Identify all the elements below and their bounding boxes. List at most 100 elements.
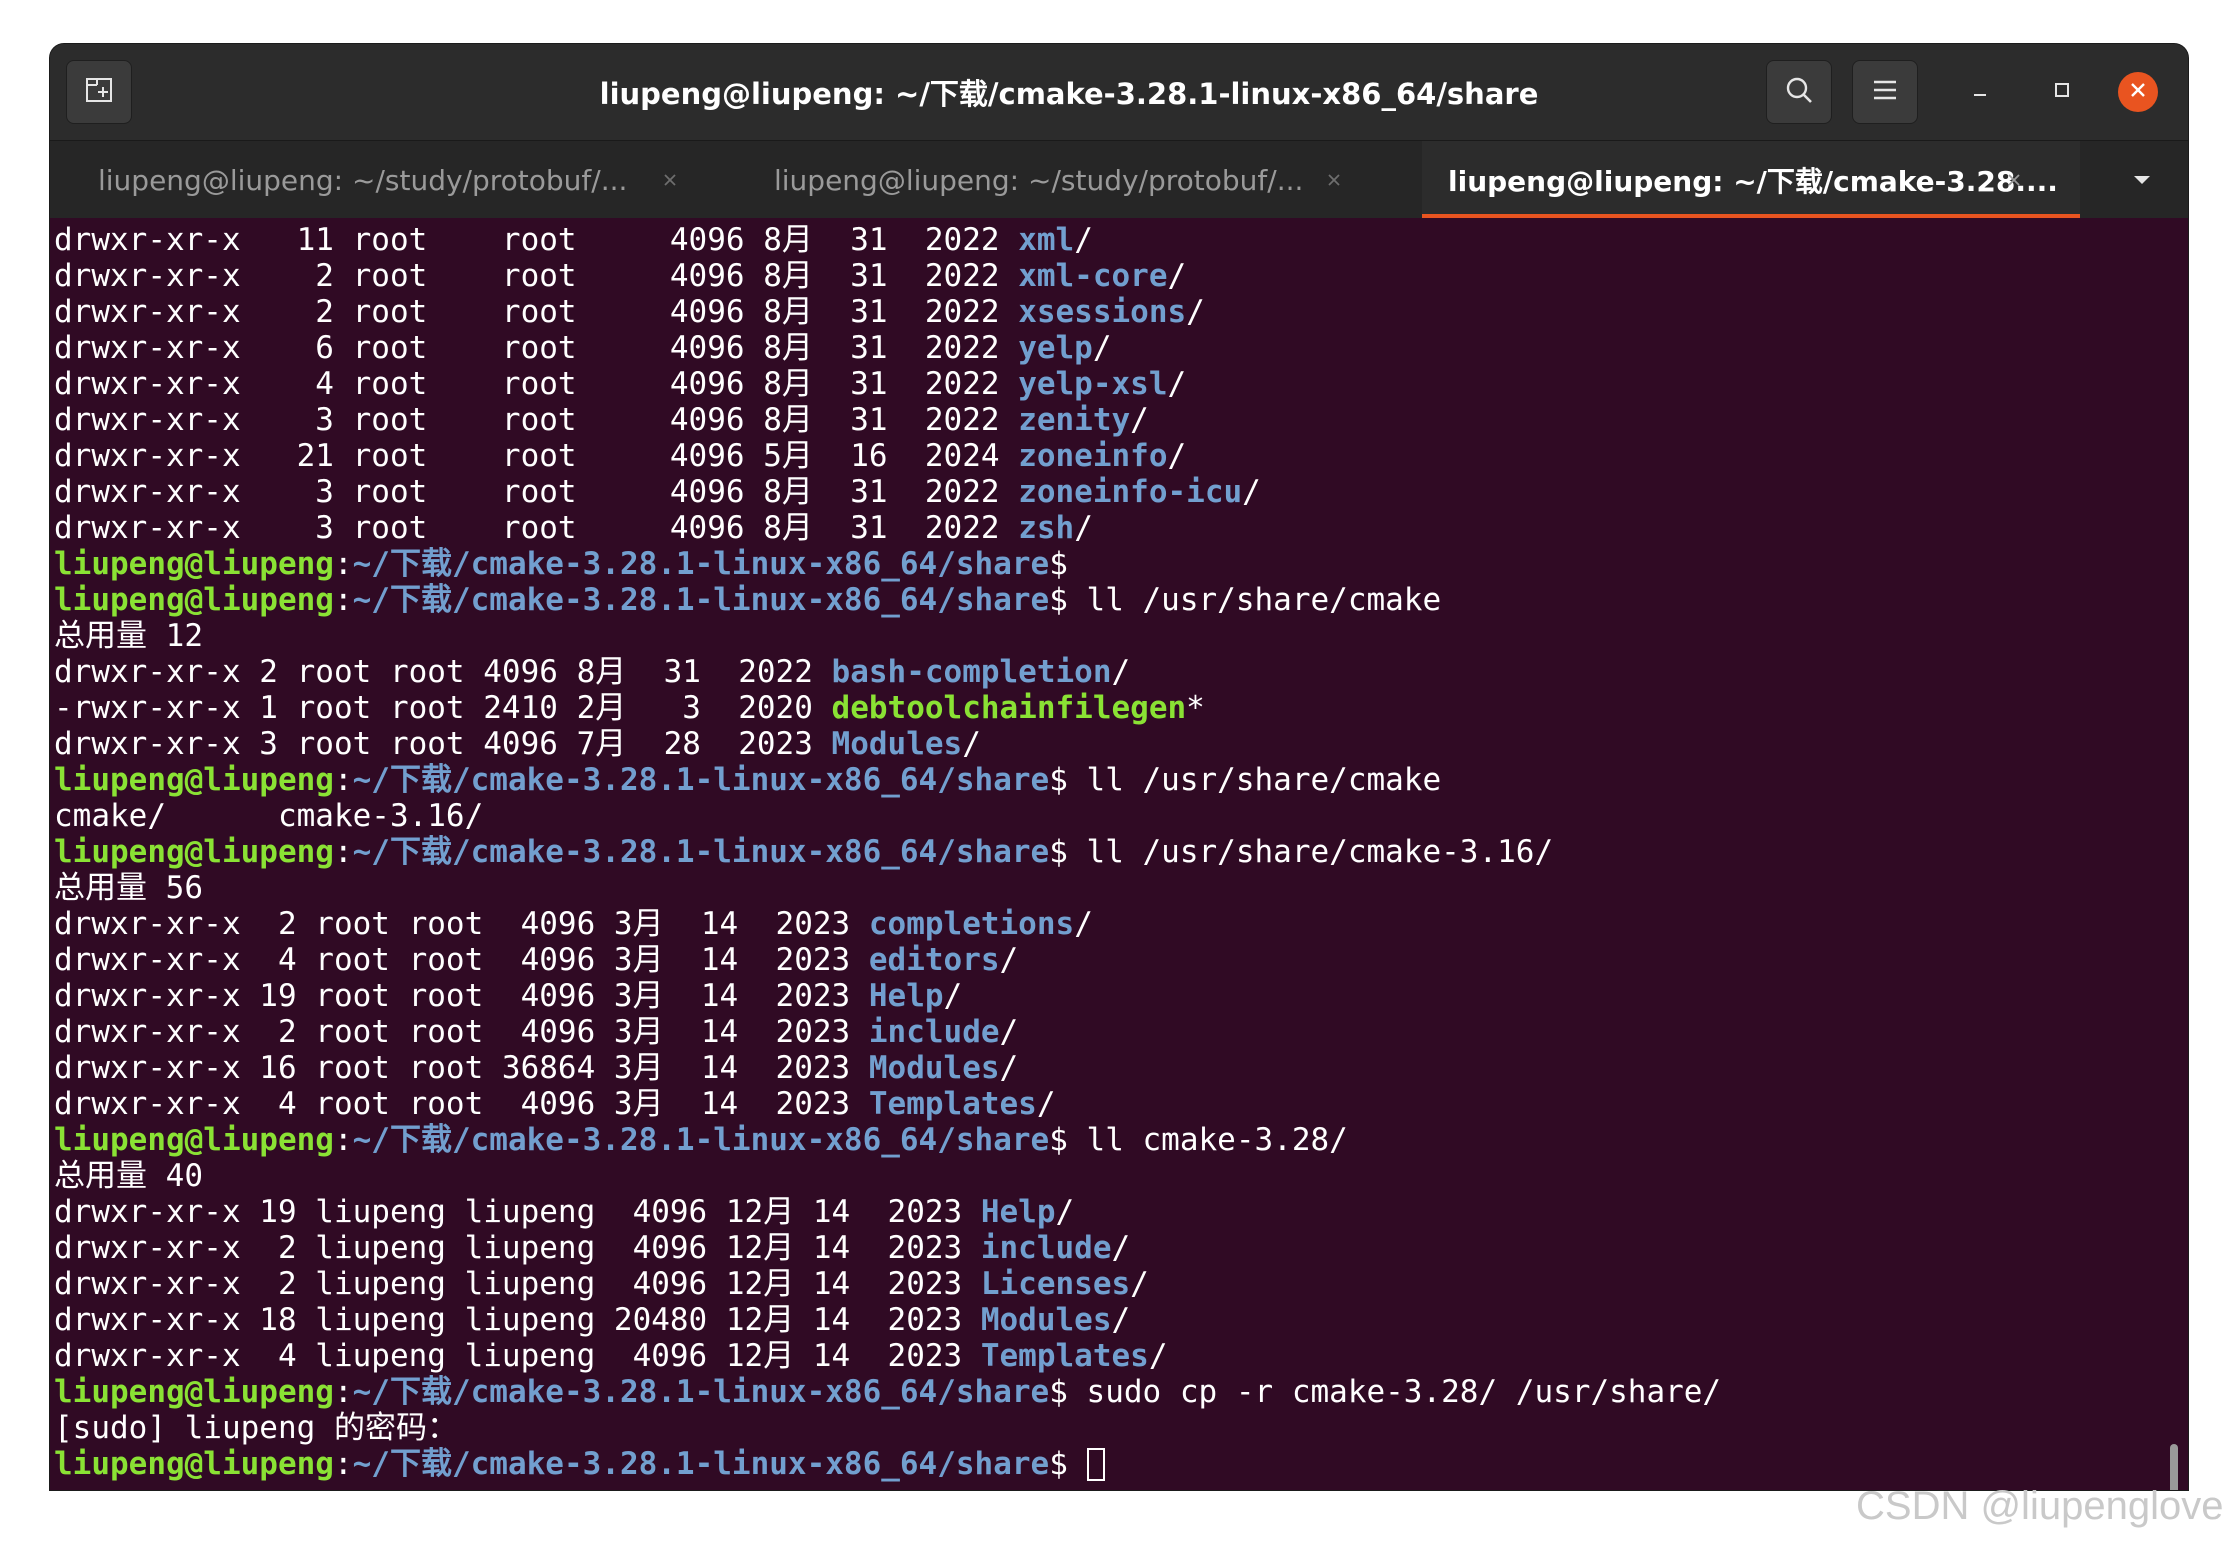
terminal-line: drwxr-xr-x 18 liupeng liupeng 20480 12月 … (54, 1302, 1721, 1338)
terminal-line: liupeng@liupeng:~/下载/cmake-3.28.1-linux-… (54, 834, 1721, 870)
directory-name: zoneinfo-icu (1018, 474, 1243, 510)
terminal-line: drwxr-xr-x 3 root root 4096 8月 31 2022 z… (54, 474, 1721, 510)
tabs-dropdown-button[interactable] (2122, 141, 2162, 219)
terminal-line: 总用量 40 (54, 1158, 1721, 1194)
prompt-user: liupeng@liupeng (54, 1446, 334, 1482)
terminal-text: : (333, 834, 353, 870)
terminal-line: drwxr-xr-x 2 liupeng liupeng 4096 12月 14… (54, 1230, 1721, 1266)
tab-close-icon[interactable] (1314, 141, 1354, 219)
terminal-text: $ sudo cp -r cmake-3.28/ /usr/share/ (1049, 1374, 1722, 1410)
terminal-line: drwxr-xr-x 3 root root 4096 7月 28 2023 M… (54, 726, 1721, 762)
terminal-text: : (333, 546, 353, 582)
prompt-user: liupeng@liupeng (54, 582, 334, 618)
terminal-text: $ (1049, 546, 1087, 582)
search-icon (1784, 75, 1814, 109)
terminal-text: drwxr-xr-x 16 root root 36864 3月 14 2023 (54, 1050, 869, 1086)
terminal-line: drwxr-xr-x 2 root root 4096 8月 31 2022 b… (54, 654, 1721, 690)
directory-name: Templates (980, 1338, 1149, 1374)
terminal-text: / (1074, 222, 1093, 258)
terminal-line: liupeng@liupeng:~/下载/cmake-3.28.1-linux-… (54, 546, 1721, 582)
close-icon (2129, 81, 2147, 103)
directory-name: Templates (868, 1086, 1037, 1122)
terminal-text: $ ll /usr/share/cmake (1049, 582, 1442, 618)
tab-close-icon[interactable] (650, 141, 690, 219)
text-cursor (1086, 1448, 1105, 1481)
terminal-line: [sudo] liupeng 的密码： (54, 1410, 1721, 1446)
terminal-text: * (1186, 690, 1205, 726)
terminal-line: 总用量 56 (54, 870, 1721, 906)
terminal-window: liupeng@liupeng: ~/下载/cmake-3.28.1-linux… (50, 44, 2188, 1490)
terminal-text: / (1242, 474, 1261, 510)
prompt-path: ~/下载/cmake-3.28.1-linux-x86_64/share (352, 1446, 1050, 1482)
terminal-text: drwxr-xr-x 2 liupeng liupeng 4096 12月 14… (54, 1266, 981, 1302)
prompt-path: ~/下载/cmake-3.28.1-linux-x86_64/share (352, 582, 1050, 618)
tab-protobuf-1[interactable]: liupeng@liupeng: ~/study/protobuf/... (50, 141, 726, 219)
search-button[interactable] (1766, 60, 1832, 124)
directory-name: include (980, 1230, 1112, 1266)
prompt-user: liupeng@liupeng (54, 762, 334, 798)
directory-name: xsessions (1018, 294, 1187, 330)
executable-name: debtoolchainfilegen (831, 690, 1187, 726)
title-bar[interactable]: liupeng@liupeng: ~/下载/cmake-3.28.1-linux… (50, 44, 2188, 140)
maximize-button[interactable] (2040, 70, 2084, 114)
prompt-path: ~/下载/cmake-3.28.1-linux-x86_64/share (352, 1122, 1050, 1158)
terminal-line: liupeng@liupeng:~/下载/cmake-3.28.1-linux-… (54, 762, 1721, 798)
terminal-line: drwxr-xr-x 6 root root 4096 8月 31 2022 y… (54, 330, 1721, 366)
prompt-path: ~/下载/cmake-3.28.1-linux-x86_64/share (352, 834, 1050, 870)
tab-label: liupeng@liupeng: ~/study/protobuf/... (774, 163, 1304, 197)
terminal-text: drwxr-xr-x 2 liupeng liupeng 4096 12月 14… (54, 1230, 981, 1266)
terminal-line: liupeng@liupeng:~/下载/cmake-3.28.1-linux-… (54, 1446, 1721, 1482)
terminal-text: / (1167, 366, 1187, 402)
tab-close-icon[interactable] (1994, 141, 2034, 219)
prompt-user: liupeng@liupeng (54, 834, 334, 870)
menu-button[interactable] (1852, 60, 1918, 124)
terminal-text: drwxr-xr-x 6 root root 4096 8月 31 2022 (54, 330, 1019, 366)
terminal-line: drwxr-xr-x 11 root root 4096 8月 31 2022 … (54, 222, 1721, 258)
terminal-text: / (1111, 1230, 1131, 1266)
terminal-text: $ ll cmake-3.28/ (1049, 1122, 1348, 1158)
minimize-icon (1970, 80, 1990, 104)
tab-cmake[interactable]: liupeng@liupeng: ~/下载/cmake-3.28.... (1422, 141, 2080, 219)
terminal-text: / (1074, 906, 1093, 942)
directory-name: Licenses (980, 1266, 1131, 1302)
terminal-text: / (999, 942, 1019, 978)
terminal-text: drwxr-xr-x 2 root root 4096 8月 31 2022 (54, 294, 1019, 330)
terminal-line: drwxr-xr-x 19 liupeng liupeng 4096 12月 1… (54, 1194, 1721, 1230)
hamburger-menu-icon (1872, 79, 1898, 105)
terminal-text: drwxr-xr-x 3 root root 4096 8月 31 2022 (54, 402, 1019, 438)
directory-name: zoneinfo (1018, 438, 1168, 474)
terminal-text: drwxr-xr-x 3 root root 4096 8月 31 2022 (54, 474, 1019, 510)
tab-protobuf-2[interactable]: liupeng@liupeng: ~/study/protobuf/... (726, 141, 1402, 219)
terminal-text: : (333, 762, 353, 798)
terminal-text: drwxr-xr-x 2 root root 4096 3月 14 2023 (54, 906, 869, 942)
terminal-text: / (1130, 1266, 1149, 1302)
directory-name: Modules (980, 1302, 1112, 1338)
terminal-text: / (1148, 1338, 1168, 1374)
close-button[interactable] (2118, 72, 2158, 112)
directory-name: zsh (1018, 510, 1075, 546)
terminal-text: drwxr-xr-x 2 root root 4096 3月 14 2023 (54, 1014, 869, 1050)
terminal-text: / (1055, 1194, 1075, 1230)
terminal-text: drwxr-xr-x 4 root root 4096 3月 14 2023 (54, 1086, 869, 1122)
terminal-text: / (1167, 258, 1187, 294)
terminal-text: drwxr-xr-x 2 root root 4096 8月 31 2022 (54, 654, 832, 690)
chevron-down-icon (2132, 171, 2152, 190)
directory-name: include (868, 1014, 1000, 1050)
terminal-line: drwxr-xr-x 2 liupeng liupeng 4096 12月 14… (54, 1266, 1721, 1302)
directory-name: Modules (868, 1050, 1000, 1086)
terminal-line: drwxr-xr-x 4 liupeng liupeng 4096 12月 14… (54, 1338, 1721, 1374)
terminal-text: 总用量 40 (54, 1158, 203, 1194)
directory-name: xml (1018, 222, 1075, 258)
minimize-button[interactable] (1958, 70, 2002, 114)
terminal-text: $ (1049, 1446, 1087, 1482)
terminal-text: 总用量 56 (54, 870, 203, 906)
terminal-text: / (999, 1014, 1019, 1050)
directory-name: editors (868, 942, 1000, 978)
prompt-user: liupeng@liupeng (54, 546, 334, 582)
terminal-text: drwxr-xr-x 19 root root 4096 3月 14 2023 (54, 978, 869, 1014)
terminal-text: drwxr-xr-x 4 root root 4096 8月 31 2022 (54, 366, 1019, 402)
maximize-icon (2052, 80, 2072, 104)
new-tab-button[interactable] (66, 60, 132, 124)
terminal-output[interactable]: drwxr-xr-x 11 root root 4096 8月 31 2022 … (50, 218, 2188, 1490)
directory-name: yelp-xsl (1018, 366, 1168, 402)
